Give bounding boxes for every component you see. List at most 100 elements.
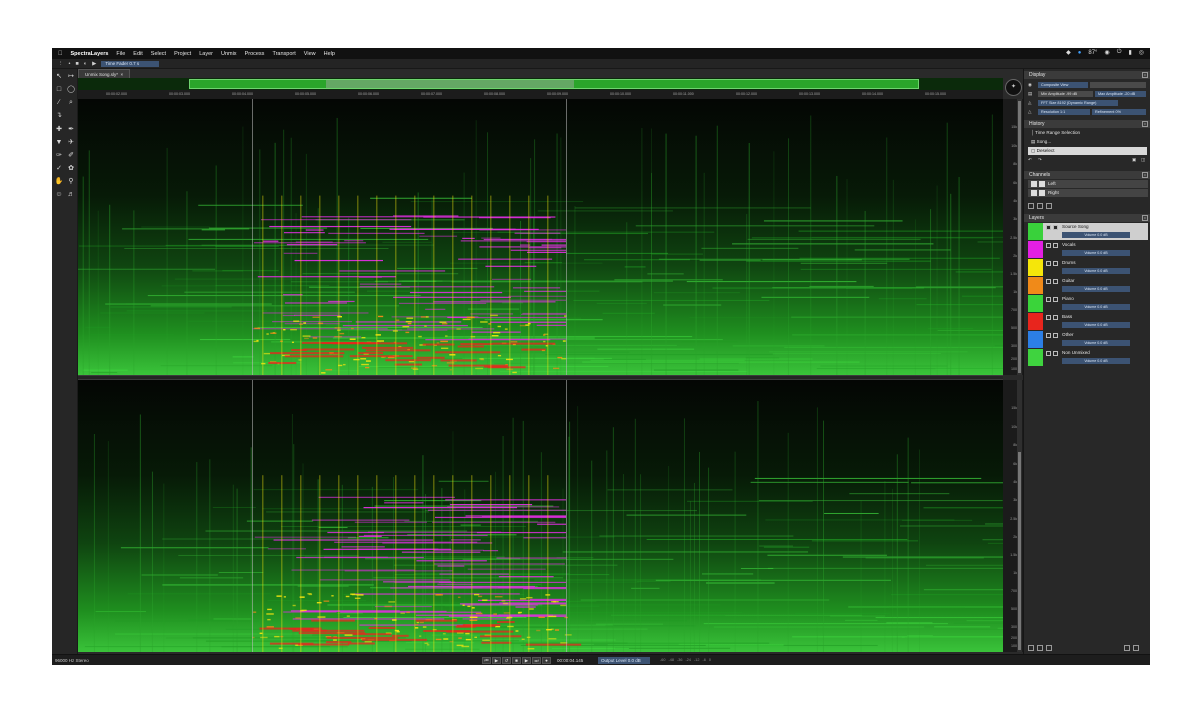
menu-help[interactable]: Help: [324, 51, 335, 57]
layer-color-thumbnail[interactable]: [1028, 295, 1043, 312]
display-mode-select[interactable]: Composite View: [1038, 82, 1088, 88]
heal-tool-icon[interactable]: ✓: [54, 164, 64, 174]
channel-visible-toggle[interactable]: [1031, 181, 1037, 187]
layer-row[interactable]: Piano Volume 0.0 dB: [1028, 295, 1148, 312]
stamp-tool-icon[interactable]: ▼: [54, 138, 64, 148]
spectrogram-left-channel[interactable]: [78, 99, 1003, 375]
layer-color-thumbnail[interactable]: [1028, 241, 1043, 258]
layer-lock-checkbox[interactable]: [1053, 261, 1058, 266]
layer-volume-field[interactable]: Volume 0.0 dB: [1062, 286, 1130, 292]
wand-tool-icon[interactable]: ∕: [54, 98, 64, 108]
history-item-selected[interactable]: ▢ Deselect: [1028, 147, 1147, 155]
channel-visible-toggle[interactable]: [1031, 190, 1037, 196]
layer-visibility-checkbox[interactable]: [1046, 333, 1051, 338]
layer-button[interactable]: [1037, 645, 1043, 651]
layer-button[interactable]: [1046, 645, 1052, 651]
panel-menu-icon[interactable]: ≡: [1142, 172, 1148, 178]
control-center-icon[interactable]: ◎: [1139, 49, 1144, 56]
pointer-tool-icon[interactable]: ↴: [54, 111, 64, 121]
layer-name[interactable]: Guitar: [1062, 278, 1075, 283]
channel-button[interactable]: [1037, 203, 1043, 209]
cloud-icon[interactable]: ●: [1078, 50, 1082, 56]
layer-button[interactable]: [1028, 645, 1034, 651]
play-button[interactable]: ▶: [522, 657, 531, 664]
resolution-field[interactable]: Resolution 1:1: [1038, 109, 1090, 115]
next-icon[interactable]: ▶: [92, 61, 96, 67]
layer-lock-checkbox[interactable]: [1053, 333, 1058, 338]
vertical-zoom-scrollbar[interactable]: [1017, 99, 1022, 375]
lasso-tool-icon[interactable]: ◯: [66, 85, 76, 95]
min-amplitude-field[interactable]: Min Amplitude -99 dB: [1038, 91, 1093, 97]
eraser-tool-icon[interactable]: ✚: [54, 125, 64, 135]
toggle-icon[interactable]: ◐: [84, 61, 87, 67]
layer-row[interactable]: Drums Volume 0.0 dB: [1028, 259, 1148, 276]
layer-color-thumbnail[interactable]: [1028, 349, 1043, 366]
layer-row[interactable]: Guitar Volume 0.0 dB: [1028, 277, 1148, 294]
smudge-tool-icon[interactable]: ✐: [66, 151, 76, 161]
menu-transport[interactable]: Transport: [272, 51, 295, 57]
temperature-readout[interactable]: 87°: [1088, 50, 1097, 56]
menu-select[interactable]: Select: [151, 51, 166, 57]
layer-name[interactable]: Other: [1062, 332, 1074, 337]
layer-volume-field[interactable]: Volume 0.0 dB: [1062, 304, 1130, 310]
arrow-tool-icon[interactable]: ↖: [54, 72, 64, 82]
dropbox-icon[interactable]: ◆: [1066, 49, 1071, 56]
stop-button[interactable]: ■: [512, 657, 521, 664]
time-ruler[interactable]: 00:00:02.000 00:00:03.000 00:00:04.000 0…: [78, 90, 1003, 99]
scrollbar-thumb[interactable]: [1018, 452, 1021, 650]
close-tab-icon[interactable]: ×: [119, 72, 124, 77]
layer-row[interactable]: Source Song Volume 0.0 dB: [1028, 223, 1148, 240]
layer-visibility-checkbox[interactable]: [1046, 279, 1051, 284]
snapshot-icon[interactable]: ▣: [1132, 157, 1136, 163]
time-selection-tool-icon[interactable]: ↦: [66, 72, 76, 82]
toolbar-menu-icon[interactable]: ⋮: [58, 61, 64, 67]
navigation-wheel-icon[interactable]: ✦: [1005, 79, 1022, 96]
channel-button[interactable]: [1028, 203, 1034, 209]
layer-color-thumbnail[interactable]: [1028, 259, 1043, 276]
layer-lock-checkbox[interactable]: [1053, 351, 1058, 356]
menu-unmix[interactable]: Unmix: [221, 51, 237, 57]
play-selection-button[interactable]: ▶: [492, 657, 501, 664]
tab-unmix-song[interactable]: Unmix Song.sly* ×: [78, 69, 131, 78]
layer-volume-field[interactable]: Volume 0.0 dB: [1062, 268, 1130, 274]
resolution-icon[interactable]: △: [1028, 109, 1031, 115]
record-button[interactable]: ●: [542, 657, 551, 664]
layer-lock-checkbox[interactable]: [1053, 243, 1058, 248]
menu-layer[interactable]: Layer: [199, 51, 213, 57]
panel-menu-icon[interactable]: ≡: [1142, 121, 1148, 127]
layer-visibility-checkbox[interactable]: [1046, 315, 1051, 320]
cast-tool-icon[interactable]: ✈: [66, 138, 76, 148]
layer-volume-field[interactable]: Volume 0.0 dB: [1062, 322, 1130, 328]
channel-left-row[interactable]: Left: [1028, 180, 1148, 188]
layer-row[interactable]: Non Unmixed Volume 0.0 dB: [1028, 349, 1148, 366]
history-panel-title[interactable]: History ≡: [1024, 120, 1150, 128]
go-to-end-button[interactable]: ⏭: [532, 657, 541, 664]
layer-row[interactable]: Bass Volume 0.0 dB: [1028, 313, 1148, 330]
hand-tool-icon[interactable]: ✋: [54, 177, 64, 187]
layer-volume-field[interactable]: Volume 0.0 dB: [1062, 250, 1130, 256]
layer-visibility-checkbox[interactable]: [1046, 351, 1051, 356]
go-to-start-button[interactable]: ⏮: [482, 657, 491, 664]
channel-select-toggle[interactable]: [1039, 181, 1045, 187]
menu-edit[interactable]: Edit: [133, 51, 142, 57]
panel-menu-icon[interactable]: ≡: [1142, 72, 1148, 78]
dot-icon[interactable]: •: [69, 61, 71, 67]
speaker-tool-icon[interactable]: ♬: [66, 190, 76, 200]
layer-color-thumbnail[interactable]: [1028, 223, 1043, 240]
dropper-tool-icon[interactable]: ✿: [66, 164, 76, 174]
fft-icon[interactable]: ◬: [1028, 100, 1031, 106]
globe-icon[interactable]: ◉: [1104, 49, 1109, 56]
layer-volume-field[interactable]: Volume 0.0 dB: [1062, 340, 1130, 346]
layer-lock-checkbox[interactable]: [1053, 279, 1058, 284]
new-layer-button[interactable]: [1124, 645, 1130, 651]
channel-button[interactable]: [1046, 203, 1052, 209]
refinement-field[interactable]: Refinement 0%: [1092, 109, 1146, 115]
layer-visibility-checkbox[interactable]: [1046, 261, 1051, 266]
battery-icon[interactable]: ▮: [1128, 49, 1131, 56]
apple-menu-icon[interactable]: : [58, 51, 63, 57]
layer-color-thumbnail[interactable]: [1028, 277, 1043, 294]
menu-process[interactable]: Process: [245, 51, 265, 57]
loop-button[interactable]: ↺: [502, 657, 511, 664]
power-icon[interactable]: ⏻: [1117, 49, 1122, 56]
undo-icon[interactable]: ↶: [1028, 157, 1032, 163]
